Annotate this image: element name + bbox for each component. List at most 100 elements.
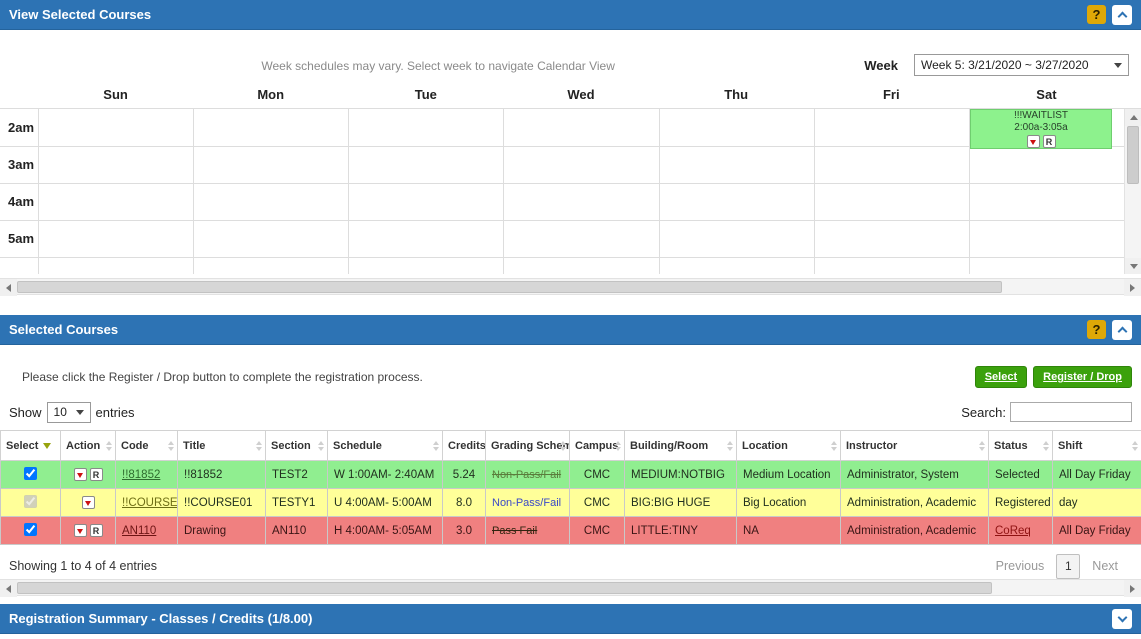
column-header-instructor[interactable]: Instructor — [841, 431, 989, 461]
register-drop-button[interactable]: Register / Drop — [1033, 366, 1132, 388]
cell-title: !!81852 — [178, 461, 266, 489]
sort-icon — [560, 441, 566, 451]
column-header-campus[interactable]: Campus — [570, 431, 625, 461]
cell-status: Registered — [989, 489, 1053, 517]
vertical-scroll-thumb[interactable] — [1127, 126, 1139, 184]
event-title: !!!WAITLIST — [971, 110, 1111, 122]
cell-title: Drawing — [178, 517, 266, 545]
column-header-section[interactable]: Section — [266, 431, 328, 461]
column-header-location[interactable]: Location — [737, 431, 841, 461]
previous-page-button[interactable]: Previous — [996, 559, 1045, 573]
column-header-select[interactable]: Select — [1, 431, 61, 461]
cell-title: !!COURSE01 — [178, 489, 266, 517]
week-label: Week — [864, 58, 898, 76]
dropdown-arrow-icon — [76, 410, 84, 415]
cell-credits: 8.0 — [443, 489, 486, 517]
register-icon[interactable]: R — [1043, 135, 1056, 148]
select-button[interactable]: Select — [975, 366, 1027, 388]
dropdown-arrow-icon — [1114, 63, 1122, 68]
entries-summary: Showing 1 to 4 of 4 entries — [9, 559, 157, 573]
course-code-link[interactable]: !!COURSE01 — [122, 497, 178, 509]
sort-icon — [318, 441, 324, 451]
chevron-up-icon — [1117, 11, 1127, 21]
column-header-code[interactable]: Code — [116, 431, 178, 461]
cell-section: TEST2 — [266, 461, 328, 489]
cell-campus: CMC — [570, 517, 625, 545]
horizontal-scroll-thumb[interactable] — [17, 582, 992, 594]
sort-icon — [168, 441, 174, 451]
register-icon[interactable]: R — [90, 468, 103, 481]
cell-select — [1, 517, 61, 545]
expand-button[interactable] — [1112, 609, 1132, 629]
calendar-grid: 2am 3am 4am 5am !!!WAITLIST 2:00a-3:05a … — [0, 108, 1141, 274]
row-select-checkbox[interactable] — [24, 467, 37, 480]
column-header-status[interactable]: Status — [989, 431, 1053, 461]
chevron-up-icon — [1117, 326, 1127, 336]
column-header-action[interactable]: Action — [61, 431, 116, 461]
sort-icon — [256, 441, 262, 451]
search-label: Search: — [961, 405, 1006, 420]
page-number-button[interactable]: 1 — [1056, 554, 1080, 579]
collapse-button[interactable] — [1112, 320, 1132, 340]
pagination: Previous 1 Next — [996, 554, 1132, 579]
show-label: Show — [9, 405, 42, 420]
scroll-left-icon[interactable] — [0, 279, 17, 296]
next-page-button[interactable]: Next — [1092, 559, 1118, 573]
cell-location: Medium Location — [737, 461, 841, 489]
table-horizontal-scrollbar[interactable] — [0, 579, 1141, 596]
chevron-down-icon — [1117, 612, 1127, 622]
cell-status: CoReq — [989, 517, 1053, 545]
scroll-left-icon[interactable] — [0, 580, 17, 597]
calendar-event-waitlist[interactable]: !!!WAITLIST 2:00a-3:05a R — [970, 109, 1112, 149]
scroll-up-icon[interactable] — [1125, 109, 1141, 126]
registration-instruction: Please click the Register / Drop button … — [22, 370, 975, 384]
cell-action — [61, 489, 116, 517]
day-header-mon: Mon — [193, 87, 348, 102]
sort-icon — [433, 441, 439, 451]
search-input[interactable] — [1010, 402, 1132, 422]
time-label: 5am — [8, 231, 34, 246]
registration-summary-header: Registration Summary - Classes / Credits… — [0, 604, 1141, 634]
calendar-vertical-scrollbar[interactable] — [1124, 109, 1141, 274]
cell-campus: CMC — [570, 489, 625, 517]
course-code-link[interactable]: !!81852 — [122, 469, 160, 481]
horizontal-scroll-thumb[interactable] — [17, 281, 1002, 293]
drop-icon[interactable] — [82, 496, 95, 509]
drop-icon[interactable] — [74, 524, 87, 537]
coreq-link[interactable]: CoReq — [995, 525, 1031, 537]
cell-instructor: Administrator, System — [841, 461, 989, 489]
sort-icon — [106, 441, 112, 451]
sort-icon — [831, 441, 837, 451]
collapse-button[interactable] — [1112, 5, 1132, 25]
scroll-right-icon[interactable] — [1124, 580, 1141, 597]
week-dropdown[interactable]: Week 5: 3/21/2020 ~ 3/27/2020 — [914, 54, 1129, 76]
scroll-down-icon[interactable] — [1125, 258, 1141, 274]
page-size-dropdown[interactable]: 10 — [47, 402, 91, 423]
cell-location: NA — [737, 517, 841, 545]
column-header-grading-scheme[interactable]: Grading Scheme — [486, 431, 570, 461]
column-header-title[interactable]: Title — [178, 431, 266, 461]
drop-icon[interactable] — [1027, 135, 1040, 148]
cell-section: TESTY1 — [266, 489, 328, 517]
column-header-credits[interactable]: Credits — [443, 431, 486, 461]
event-time: 2:00a-3:05a — [971, 122, 1111, 134]
cell-grading-scheme: Non-Pass/Fail — [486, 489, 570, 517]
help-icon[interactable]: ? — [1087, 320, 1106, 339]
day-header-sun: Sun — [38, 87, 193, 102]
day-header-fri: Fri — [814, 87, 969, 102]
row-select-checkbox[interactable] — [24, 523, 37, 536]
register-icon[interactable]: R — [90, 524, 103, 537]
column-header-building-room[interactable]: Building/Room — [625, 431, 737, 461]
calendar-horizontal-scrollbar[interactable] — [0, 278, 1141, 295]
column-header-schedule[interactable]: Schedule — [328, 431, 443, 461]
cell-action: R — [61, 461, 116, 489]
drop-icon[interactable] — [74, 468, 87, 481]
sort-icon — [979, 441, 985, 451]
help-icon[interactable]: ? — [1087, 5, 1106, 24]
course-code-link[interactable]: AN110 — [122, 525, 156, 537]
scroll-right-icon[interactable] — [1124, 279, 1141, 296]
column-header-shift[interactable]: Shift — [1053, 431, 1141, 461]
cell-credits: 3.0 — [443, 517, 486, 545]
table-row: !!COURSE01 !!COURSE01 TESTY1 U 4:00AM- 5… — [1, 489, 1141, 517]
cell-action: R — [61, 517, 116, 545]
